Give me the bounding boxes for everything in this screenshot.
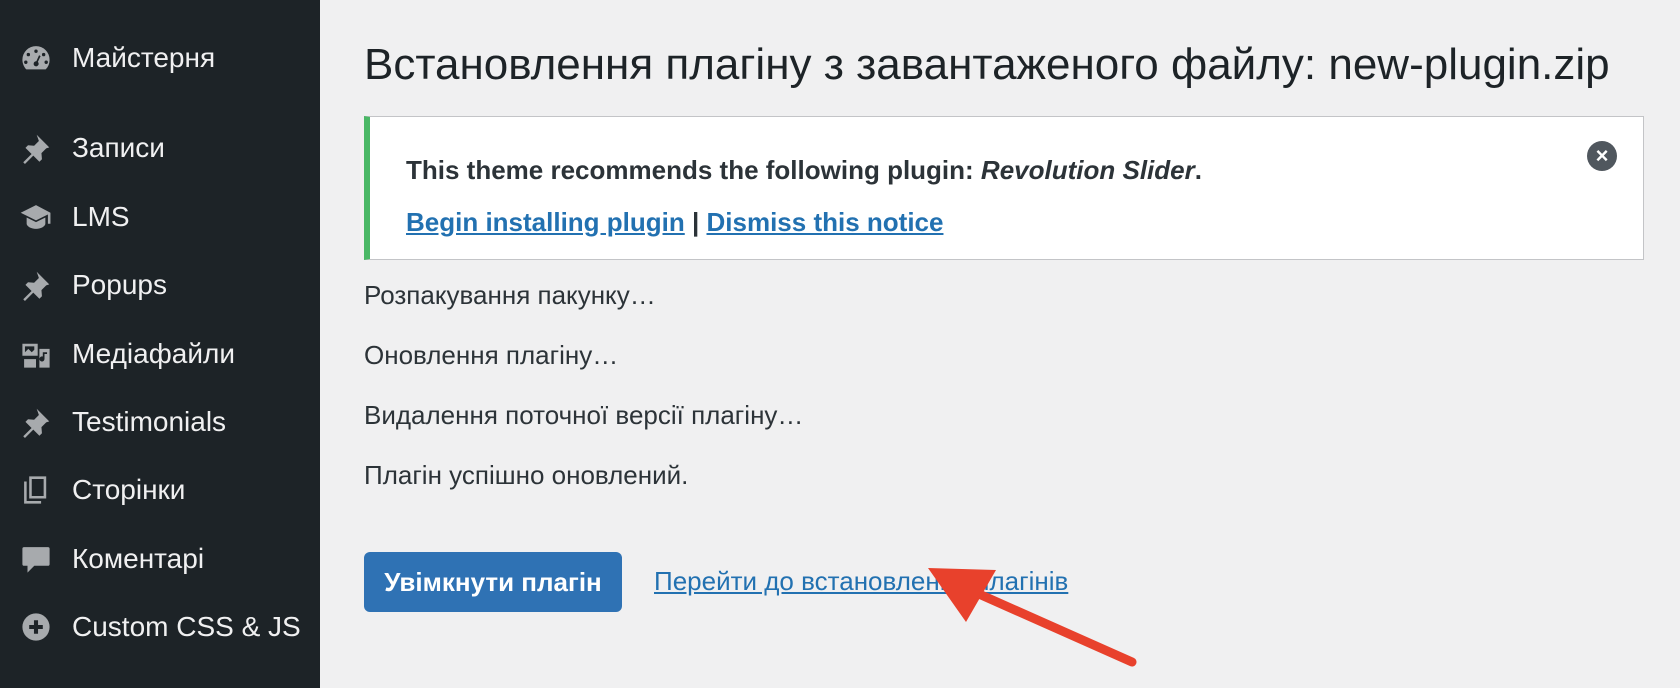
pushpin-icon: [18, 267, 54, 303]
log-line-removing: Видалення поточної версії плагіну…: [364, 400, 804, 430]
comment-icon: [18, 541, 54, 577]
annotation-arrow-icon: [928, 568, 1137, 667]
dashboard-icon: [18, 40, 54, 76]
sidebar-item-label: Popups: [72, 269, 167, 300]
sidebar-item-pages[interactable]: Сторінки: [0, 462, 320, 518]
sidebar-item-popups[interactable]: Popups: [0, 257, 320, 313]
page-title: Встановлення плагіну з завантаженого фай…: [364, 40, 1610, 89]
sidebar-item-label: Custom CSS & JS: [72, 611, 301, 642]
close-glyph: ×: [1595, 143, 1609, 168]
notice-actions: Begin installing plugin | Dismiss this n…: [406, 207, 943, 238]
begin-installing-link[interactable]: Begin installing plugin: [406, 207, 685, 237]
close-icon[interactable]: ×: [1587, 141, 1617, 171]
plus-circle-icon: [18, 609, 54, 645]
log-line-success: Плагін успішно оновлений.: [364, 460, 689, 490]
sidebar-item-posts[interactable]: Записи: [0, 120, 320, 176]
log-line-updating: Оновлення плагіну…: [364, 340, 619, 370]
pushpin-icon: [18, 404, 54, 440]
sidebar-item-custom-css-js[interactable]: Custom CSS & JS: [0, 599, 320, 655]
graduation-cap-icon: [18, 199, 54, 235]
pushpin-icon: [18, 130, 54, 166]
log-line-unpacking: Розпакування пакунку…: [364, 280, 656, 310]
sidebar-item-label: Записи: [72, 132, 165, 163]
pages-icon: [18, 472, 54, 508]
sidebar-item-media[interactable]: Медіафайли: [0, 326, 320, 382]
sidebar-item-dashboard[interactable]: Майстерня: [0, 30, 320, 86]
notice-plugin-name: Revolution Slider: [980, 155, 1195, 185]
main-content: Встановлення плагіну з завантаженого фай…: [320, 0, 1680, 688]
sidebar-item-label: LMS: [72, 201, 130, 232]
notice-message: This theme recommends the following plug…: [406, 155, 1202, 186]
activate-plugin-button[interactable]: Увімкнути плагін: [364, 552, 622, 612]
notice-separator: |: [684, 207, 707, 237]
sidebar-item-label: Медіафайли: [72, 338, 235, 369]
sidebar-item-lms[interactable]: LMS: [0, 189, 320, 245]
dismiss-notice-link[interactable]: Dismiss this notice: [707, 207, 944, 237]
sidebar-item-label: Майстерня: [72, 42, 216, 73]
plugin-recommendation-notice: This theme recommends the following plug…: [364, 116, 1644, 260]
notice-text-prefix: This theme recommends the following plug…: [406, 155, 981, 185]
media-icon: [18, 336, 54, 372]
admin-sidebar: Майстерня Записи LMS Popups Медіафайли T…: [0, 0, 320, 688]
sidebar-item-testimonials[interactable]: Testimonials: [0, 394, 320, 450]
sidebar-item-label: Коментарі: [72, 543, 205, 574]
sidebar-item-label: Сторінки: [72, 474, 186, 505]
notice-text-suffix: .: [1194, 155, 1202, 185]
sidebar-item-comments[interactable]: Коментарі: [0, 531, 320, 587]
sidebar-item-label: Testimonials: [72, 406, 227, 437]
